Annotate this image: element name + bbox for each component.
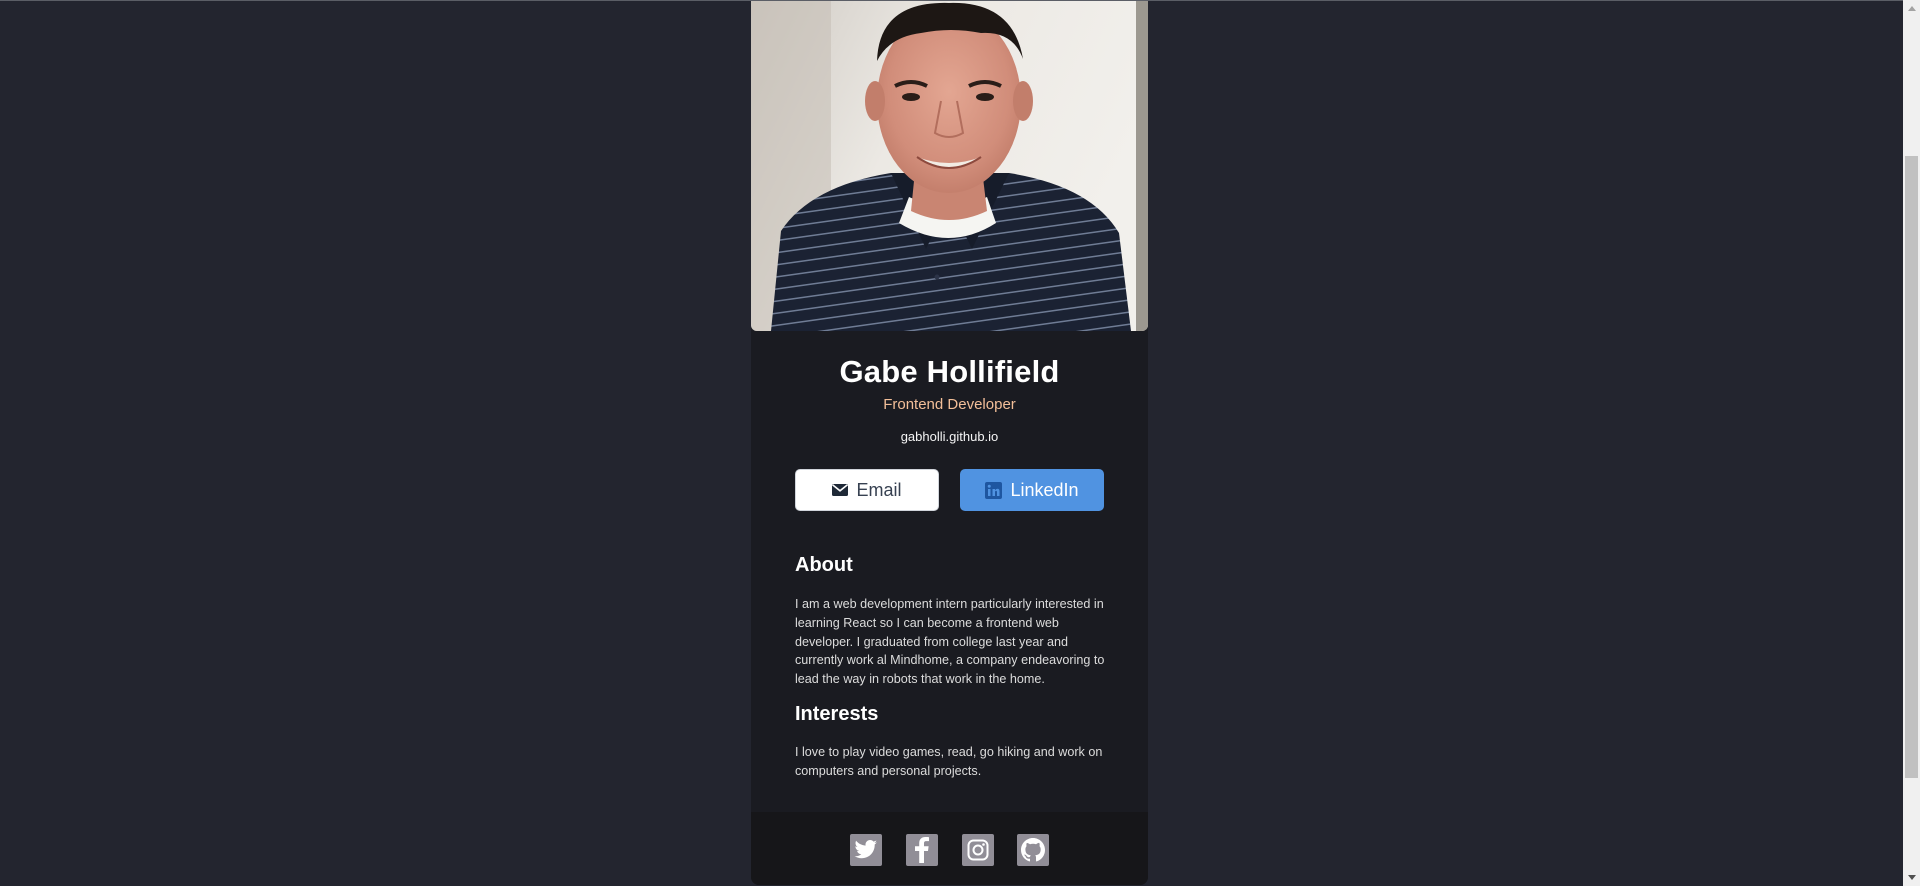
linkedin-button-label: LinkedIn xyxy=(1010,479,1079,500)
github-icon[interactable] xyxy=(1017,834,1049,866)
facebook-icon[interactable] xyxy=(906,834,938,866)
profile-photo xyxy=(751,1,1148,331)
interests-text: I love to play video games, read, go hik… xyxy=(795,745,1103,778)
social-footer xyxy=(751,812,1148,885)
scroll-up-arrow-icon[interactable] xyxy=(1903,0,1920,17)
vertical-scrollbar[interactable] xyxy=(1903,0,1920,886)
scroll-down-arrow-icon[interactable] xyxy=(1903,869,1920,886)
interests-heading: Interests xyxy=(795,703,879,725)
about-text: I am a web development intern particular… xyxy=(795,597,1105,687)
profile-card: Gabe Hollifield Frontend Developer gabho… xyxy=(751,1,1148,885)
profile-role: Frontend Developer xyxy=(883,396,1016,413)
linkedin-icon xyxy=(985,481,1003,499)
envelope-icon xyxy=(832,484,849,496)
linkedin-button[interactable]: LinkedIn xyxy=(960,469,1104,511)
profile-website[interactable]: gabholli.github.io xyxy=(751,429,1148,444)
instagram-icon[interactable] xyxy=(962,834,994,866)
email-button[interactable]: Email xyxy=(795,469,939,511)
profile-name: Gabe Hollifield xyxy=(839,354,1060,389)
scrollbar-thumb[interactable] xyxy=(1905,156,1918,778)
twitter-icon[interactable] xyxy=(850,834,882,866)
email-button-label: Email xyxy=(856,479,902,500)
about-heading: About xyxy=(795,554,853,576)
